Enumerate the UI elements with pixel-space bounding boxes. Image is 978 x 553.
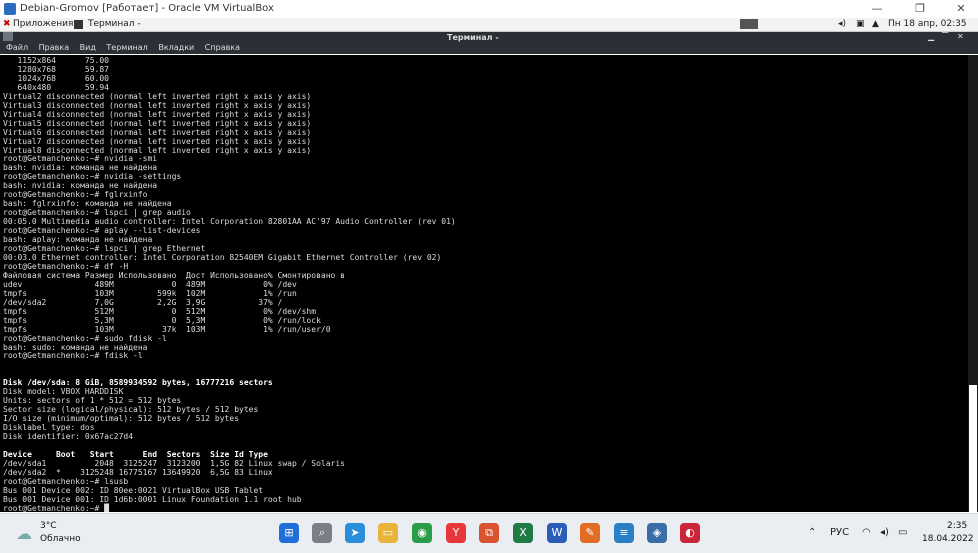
terminal-line: 1024x768 60.00: [3, 73, 109, 83]
terminal-line: Disk identifier: 0x67ac27d4: [3, 432, 134, 442]
apps-menu-button[interactable]: Приложения: [13, 19, 73, 29]
terminal-task-icon: [74, 20, 83, 29]
wifi-icon[interactable]: ◠: [862, 527, 871, 538]
notification-icon[interactable]: ▲: [872, 19, 879, 29]
terminal-title: Терминал -: [447, 33, 499, 42]
app-blue-doc-icon[interactable]: ≡: [614, 523, 634, 543]
battery-icon[interactable]: ▭: [898, 527, 907, 538]
terminal-line: 1280x768 59.87: [3, 64, 109, 74]
terminal-close-button[interactable]: ✕: [957, 32, 964, 41]
terminal-titlebar: Терминал - ▁ ▔ ✕: [0, 32, 978, 43]
terminal-task-button[interactable]: Терминал -: [88, 19, 141, 29]
taskbar-date[interactable]: 18.04.2022: [922, 534, 974, 544]
virtualbox-icon: [4, 3, 16, 15]
telegram-icon[interactable]: ➤: [345, 523, 365, 543]
vbox-titlebar: Debian-Gromov [Работает] - Oracle VM Vir…: [0, 0, 978, 18]
menu-view[interactable]: Вид: [80, 43, 96, 52]
weather-cloud-icon[interactable]: ☁: [16, 524, 32, 543]
terminal-app-icon: [3, 32, 13, 41]
menu-file[interactable]: Файл: [6, 43, 28, 52]
yandex-browser-icon[interactable]: Y: [446, 523, 466, 543]
terminal-output[interactable]: 1152x864 75.00 1280x768 59.87 1024x768 6…: [0, 55, 968, 512]
terminal-menubar: Файл Правка Вид Терминал Вкладки Справка: [0, 43, 978, 54]
terminal-line: root@Getmanchenko:~# fdisk -l: [3, 351, 143, 361]
terminal-line: root@Getmanchenko:~# █: [3, 503, 109, 512]
menu-tabs[interactable]: Вкладки: [158, 43, 194, 52]
word-icon[interactable]: W: [547, 523, 567, 543]
terminal-line: 00:03.0 Ethernet controller: Intel Corpo…: [3, 252, 442, 262]
terminal-scrollbar[interactable]: [968, 55, 978, 512]
menu-edit[interactable]: Правка: [39, 43, 69, 52]
app-orange-icon[interactable]: ⧉: [479, 523, 499, 543]
file-explorer-icon[interactable]: ▭: [378, 523, 398, 543]
network-icon[interactable]: ▣: [856, 19, 865, 29]
terminal-line: Bus 001 Device 001: ID 1d6b:0001 Linux F…: [3, 494, 302, 504]
chrome-icon[interactable]: ◉: [412, 523, 432, 543]
xfce-menu-icon[interactable]: ✖: [3, 19, 11, 29]
workspace-switcher-icon[interactable]: [740, 19, 758, 29]
volume-icon[interactable]: ◂): [838, 19, 846, 29]
terminal-maximize-button[interactable]: ▔: [942, 32, 948, 41]
terminal-line: I/O size (minimum/optimal): 512 bytes / …: [3, 414, 240, 424]
speaker-icon[interactable]: ◂): [880, 527, 889, 538]
language-indicator[interactable]: РУС: [830, 527, 849, 538]
terminal-line: 1152x864 75.00: [3, 56, 109, 65]
start-icon[interactable]: ⊞: [279, 523, 299, 543]
menu-help[interactable]: Справка: [205, 43, 240, 52]
app-red-icon[interactable]: ◐: [680, 523, 700, 543]
menu-terminal[interactable]: Терминал: [106, 43, 147, 52]
terminal-minimize-button[interactable]: ▁: [928, 32, 934, 41]
terminal-line: bash: sudo: команда не найдена: [3, 342, 148, 352]
terminal-line: /dev/sda2 * 3125248 16775167 13649920 6,…: [3, 467, 273, 477]
app-notes-icon[interactable]: ✎: [580, 523, 600, 543]
taskbar: ☁ 3°C Облачно ⊞ ⌕ ➤ ▭ ◉ Y ⧉ X W ✎ ≡ ◈ ◐ …: [0, 513, 978, 553]
weather-temperature[interactable]: 3°C: [40, 521, 57, 531]
excel-icon[interactable]: X: [513, 523, 533, 543]
terminal-text: 1152x864 75.00 1280x768 59.87 1024x768 6…: [0, 55, 968, 512]
restore-button[interactable]: ❐: [905, 2, 935, 15]
close-button[interactable]: ✕: [946, 2, 976, 15]
terminal-line: Disklabel type: dos: [3, 423, 95, 433]
terminal-line: Disk /dev/sda: 8 GiB, 8589934592 bytes, …: [3, 378, 273, 388]
guest-top-panel: ✖ Приложения Терминал - ◂) ▣ ▲ Пн 18 апр…: [0, 18, 978, 32]
weather-condition[interactable]: Облачно: [40, 534, 81, 544]
scrollbar-thumb[interactable]: [969, 385, 977, 512]
tray-overflow-icon[interactable]: ⌃: [808, 527, 816, 538]
minimize-button[interactable]: —: [862, 2, 892, 15]
window-title: Debian-Gromov [Работает] - Oracle VM Vir…: [20, 3, 274, 14]
virtualbox-taskbar-icon[interactable]: ◈: [647, 523, 667, 543]
panel-clock[interactable]: Пн 18 апр, 02:35: [888, 19, 967, 29]
taskbar-time[interactable]: 2:35: [947, 521, 967, 531]
search-icon[interactable]: ⌕: [312, 523, 332, 543]
